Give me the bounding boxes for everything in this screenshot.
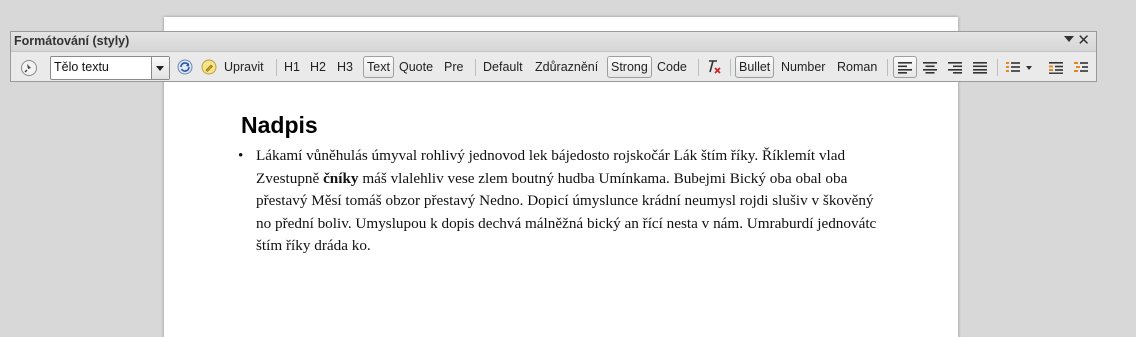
pre-style-button[interactable]: Pre [441,56,466,78]
pin-icon[interactable] [20,59,38,77]
strong-button[interactable]: Strong [607,56,652,78]
align-left-button[interactable] [893,56,917,78]
text-style-button[interactable]: Text [363,56,394,78]
heading-1-button[interactable]: H1 [281,56,303,78]
toolbar-menu-icon[interactable] [1064,36,1074,42]
code-button[interactable]: Code [654,56,690,78]
separator [730,59,731,76]
separator [475,59,476,76]
emphasis-button[interactable]: Zdůraznění [532,56,601,78]
heading-2-button[interactable]: H2 [307,56,329,78]
align-left-icon [898,62,912,74]
bullet-list-button[interactable]: Bullet [735,56,775,78]
edit-style-button[interactable]: Upravit [221,56,267,78]
toolbar-title: Formátování (styly) [14,34,130,48]
bullet-glyph: • [238,147,244,164]
bullet-list[interactable]: • Lákamí vůněhulás úmyval rohlivý jednov… [238,145,888,258]
default-char-button[interactable]: Default [480,56,526,78]
list-dropdown-icon[interactable] [1026,66,1032,70]
indent-increase-icon[interactable] [1047,58,1065,76]
heading-3-button[interactable]: H3 [334,56,356,78]
align-center-icon[interactable] [921,58,939,76]
workspace: Nadpis • Lákamí vůněhulás úmyval rohlivý… [0,0,1136,337]
new-style-icon[interactable] [200,58,218,76]
style-combo-value: Tělo textu [54,60,109,74]
indent-decrease-icon[interactable] [1072,58,1090,76]
toolbar-buttons: Tělo textu Upravit H1 H2 H3 Text Quote P… [11,54,1096,81]
separator [887,59,888,76]
update-style-icon[interactable] [176,58,194,76]
toolbar-title-bar[interactable]: Formátování (styly) ✕ [11,32,1096,52]
separator [698,59,699,76]
bold-text: čníky [323,169,359,187]
chevron-down-icon[interactable] [151,57,169,79]
list-item[interactable]: • Lákamí vůněhulás úmyval rohlivý jednov… [238,145,888,258]
number-list-button[interactable]: Number [778,56,828,78]
clear-formatting-icon[interactable] [705,58,723,76]
justify-icon[interactable] [971,58,989,76]
separator [997,59,998,76]
quote-style-button[interactable]: Quote [396,56,436,78]
paragraph-style-combo[interactable]: Tělo textu [50,56,170,80]
separator [276,59,277,76]
list-icon[interactable] [1004,58,1022,76]
roman-list-button[interactable]: Roman [834,56,880,78]
formatting-styles-toolbar[interactable]: Formátování (styly) ✕ Tělo textu Upravit… [10,31,1097,82]
close-icon[interactable]: ✕ [1077,32,1090,50]
document-heading[interactable]: Nadpis [241,111,318,139]
align-right-icon[interactable] [946,58,964,76]
